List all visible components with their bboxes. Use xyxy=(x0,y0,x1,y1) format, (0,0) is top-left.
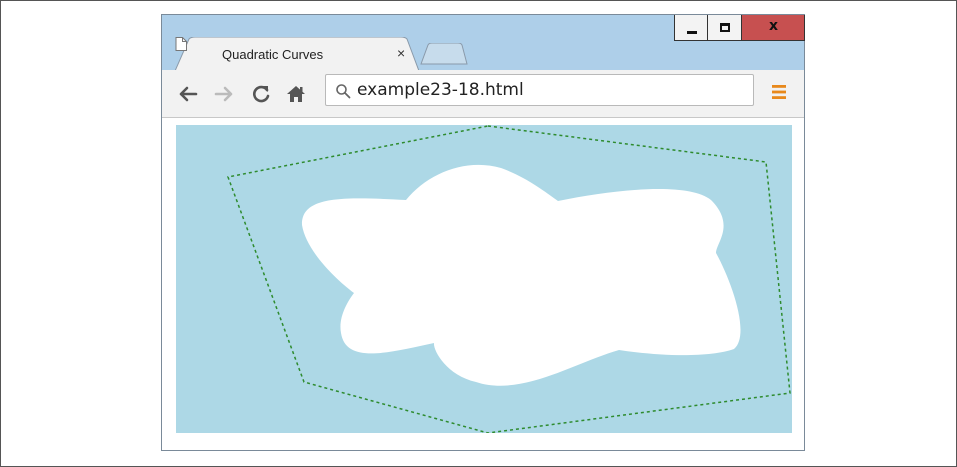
page-content xyxy=(162,118,804,450)
search-icon xyxy=(336,84,351,99)
hamburger-menu-icon[interactable] xyxy=(770,83,788,101)
tab-close-icon[interactable]: × xyxy=(397,45,405,61)
arrow-left-icon[interactable] xyxy=(177,83,199,105)
canvas-drawing xyxy=(176,125,792,433)
maximize-button[interactable] xyxy=(708,15,742,41)
tab-title: Quadratic Curves xyxy=(222,47,324,62)
address-bar[interactable]: example23-18.html xyxy=(325,74,754,106)
browser-window: Quadratic Curves × x example23-18.html xyxy=(161,14,805,451)
address-url: example23-18.html xyxy=(357,80,524,100)
document-icon xyxy=(175,37,187,51)
home-icon[interactable] xyxy=(285,83,307,105)
window-controls: x xyxy=(674,15,805,43)
browser-toolbar: example23-18.html xyxy=(162,70,804,118)
minimize-button[interactable] xyxy=(674,15,708,41)
arrow-right-icon[interactable] xyxy=(213,83,235,105)
close-icon: x xyxy=(768,18,779,34)
new-tab-button[interactable] xyxy=(420,43,468,65)
tab-quadratic-curves[interactable]: Quadratic Curves × xyxy=(175,37,419,71)
reload-icon[interactable] xyxy=(250,83,272,105)
maximize-icon xyxy=(720,23,730,32)
minimize-icon xyxy=(687,31,697,34)
close-window-button[interactable]: x xyxy=(742,15,805,41)
